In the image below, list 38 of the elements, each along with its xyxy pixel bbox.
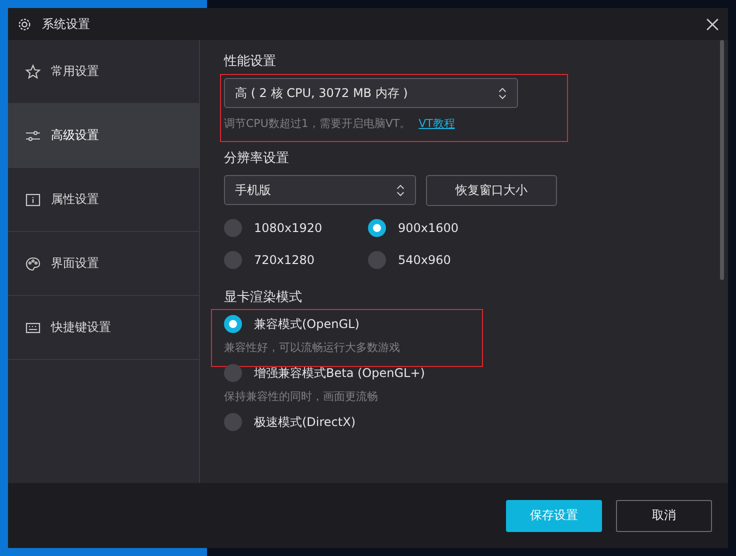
palette-icon <box>25 256 41 272</box>
updown-icon <box>396 184 405 196</box>
section-heading: 显卡渲染模式 <box>224 289 303 306</box>
restore-size-button[interactable]: 恢复窗口大小 <box>426 175 557 206</box>
sidebar-item[interactable]: 属性设置 <box>8 168 199 232</box>
star-icon <box>25 64 41 80</box>
radio-button[interactable] <box>224 315 242 333</box>
sidebar-item[interactable]: 快捷键设置 <box>8 296 199 360</box>
render-mode-option[interactable]: 兼容模式(OpenGL) <box>224 314 718 334</box>
window-title: 系统设置 <box>42 16 91 32</box>
radio-button[interactable] <box>224 364 242 382</box>
option-description: 兼容性好，可以流畅运行大多数游戏 <box>224 340 401 355</box>
scrollbar-thumb[interactable] <box>720 40 724 280</box>
render-mode-option[interactable]: 极速模式(DirectX) <box>224 412 718 432</box>
radio-button[interactable] <box>224 251 242 269</box>
cancel-button[interactable]: 取消 <box>616 500 712 532</box>
section-heading: 分辨率设置 <box>224 150 290 167</box>
section-heading: 性能设置 <box>224 53 277 70</box>
resolution-option[interactable]: 1080x1920 <box>224 218 368 238</box>
radio-button[interactable] <box>224 413 242 431</box>
resolution-option[interactable]: 900x1600 <box>368 218 518 238</box>
radio-button[interactable] <box>368 251 386 269</box>
resolution-option[interactable]: 540x960 <box>368 250 518 270</box>
close-icon[interactable] <box>706 18 719 30</box>
render-mode-option[interactable]: 增强兼容模式Beta (OpenGL+) <box>224 363 718 383</box>
info-icon <box>25 192 41 208</box>
sidebar-item[interactable]: 高级设置 <box>8 104 199 168</box>
radio-button[interactable] <box>224 219 242 237</box>
radio-button[interactable] <box>368 219 386 237</box>
resolution-option[interactable]: 720x1280 <box>224 250 368 270</box>
resolution-dropdown[interactable]: 手机版 <box>224 175 416 205</box>
sidebar-item[interactable]: 界面设置 <box>8 232 199 296</box>
vt-tutorial-link[interactable]: VT教程 <box>418 116 455 131</box>
option-description: 保持兼容性的同时，画面更流畅 <box>224 389 379 404</box>
settings-icon <box>17 16 32 32</box>
updown-icon <box>498 86 507 100</box>
hint-text: 调节CPU数超过1，需要开启电脑VT。 <box>224 116 411 131</box>
performance-dropdown[interactable]: 高 ( 2 核 CPU, 3072 MB 内存 ) <box>224 78 518 108</box>
